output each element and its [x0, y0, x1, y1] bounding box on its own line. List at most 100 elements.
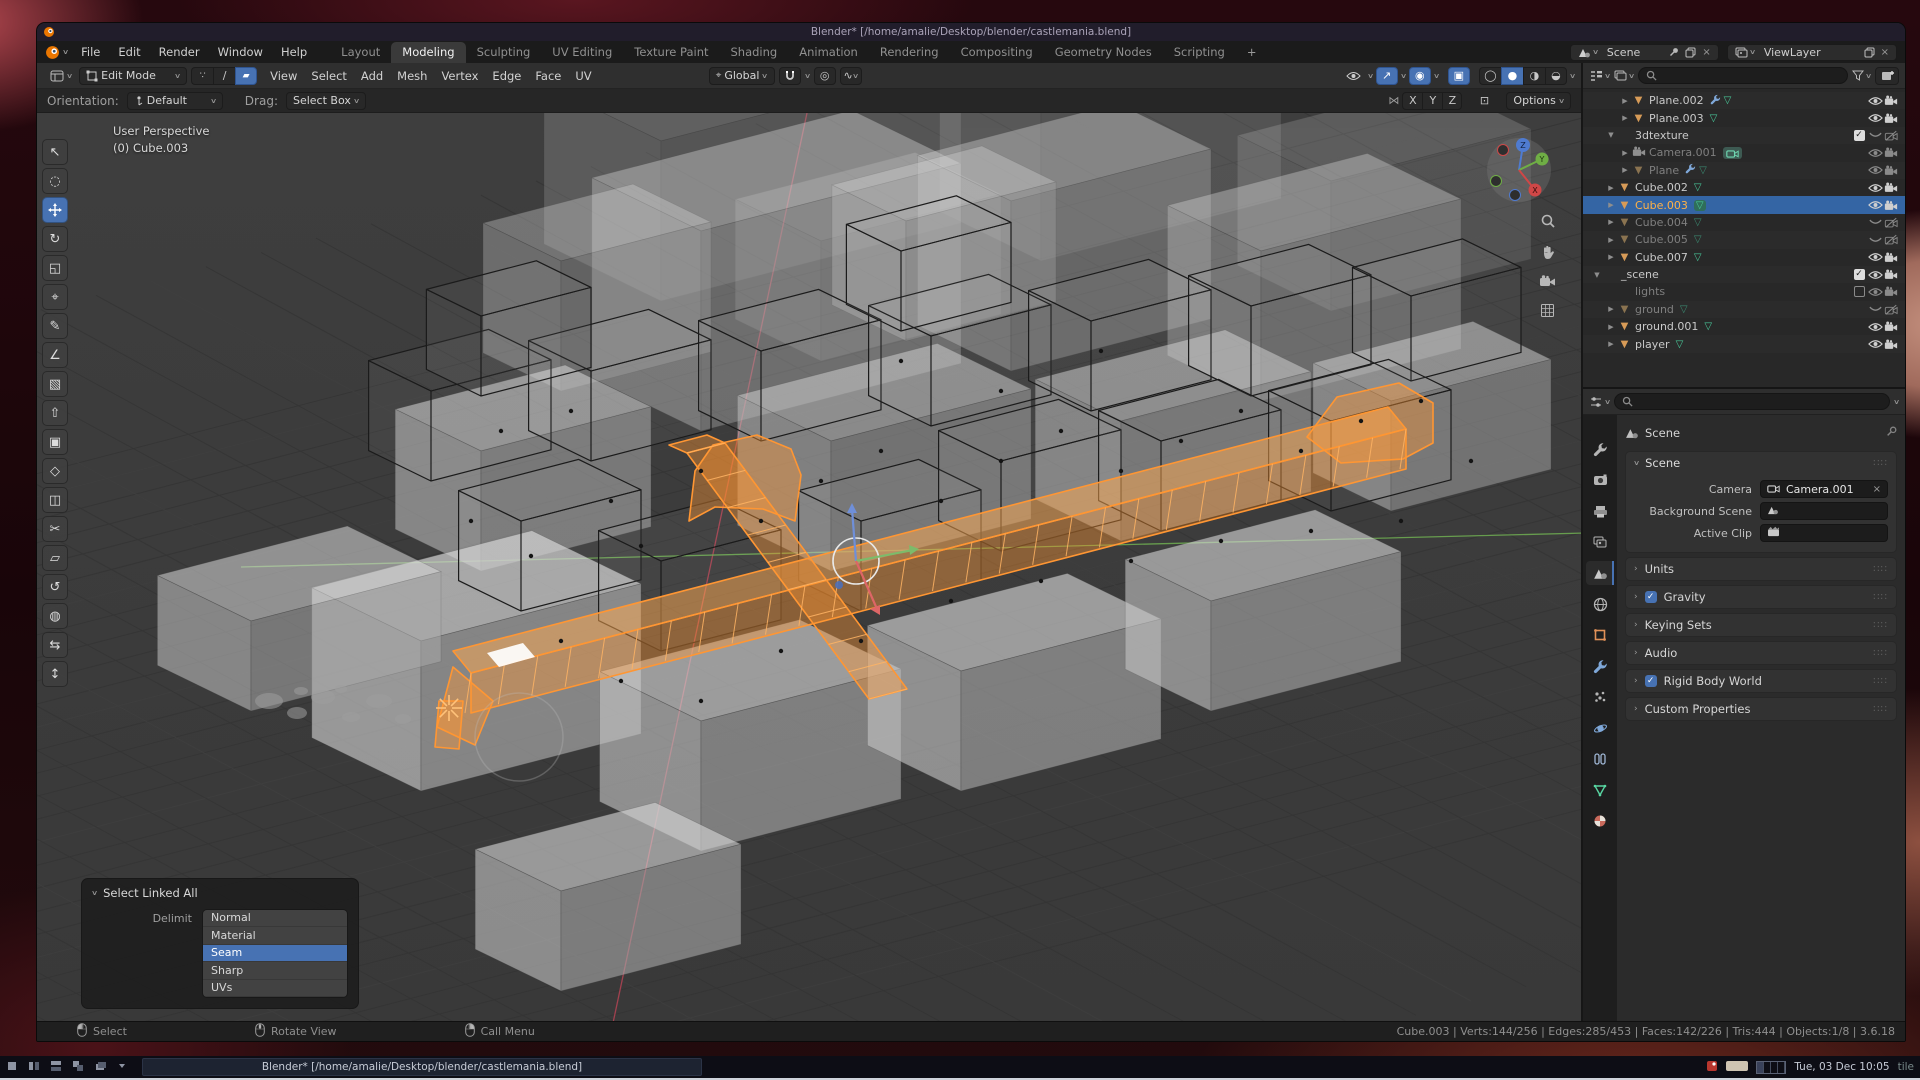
expand-icon[interactable]: ▶: [1619, 166, 1631, 174]
tray-icon-light[interactable]: [1726, 1060, 1748, 1075]
properties-options-caret[interactable]: ∨: [1893, 398, 1900, 406]
disable-in-renders-toggle[interactable]: [1883, 147, 1899, 158]
outliner-search[interactable]: [1638, 67, 1848, 84]
viewport-menu-mesh[interactable]: Mesh: [390, 69, 434, 83]
properties-tab-view-layer[interactable]: [1586, 530, 1614, 554]
outliner-row-player[interactable]: ▶▼player▽: [1583, 335, 1905, 352]
material-preview-button[interactable]: ◑: [1523, 67, 1545, 85]
viewport-menu-vertex[interactable]: Vertex: [434, 69, 485, 83]
remove-view-layer-icon[interactable]: ×: [1878, 47, 1892, 58]
collection-checkbox[interactable]: ✓: [1851, 130, 1867, 141]
panel-grip[interactable]: ∷∷: [1873, 564, 1888, 575]
disable-in-renders-toggle[interactable]: [1883, 286, 1899, 297]
outliner-row-lights[interactable]: lights: [1583, 283, 1905, 300]
editor-type-button[interactable]: ∨: [1589, 396, 1610, 408]
outliner-row-camera.001[interactable]: ▶Camera.001: [1583, 144, 1905, 161]
properties-search[interactable]: [1614, 393, 1890, 410]
outliner-row-cube.003[interactable]: ▶▼Cube.003▽: [1583, 196, 1905, 213]
expand-icon[interactable]: ▶: [1619, 149, 1631, 157]
expand-icon[interactable]: ▶: [1619, 114, 1631, 122]
edge-select-button[interactable]: ∕: [213, 67, 235, 85]
expand-icon[interactable]: ▼: [1591, 271, 1603, 279]
panel-custom-properties[interactable]: ›Custom Properties∷∷: [1625, 697, 1897, 721]
property-field-background-scene[interactable]: [1760, 502, 1888, 520]
menu-file[interactable]: File: [72, 45, 109, 59]
expand-icon[interactable]: ▶: [1605, 236, 1617, 244]
viewport-canvas[interactable]: User Perspective (0) Cube.003 ↖◌↻◱⌖✎∠▧⇧▣…: [37, 113, 1581, 1021]
menu-window[interactable]: Window: [209, 45, 272, 59]
panel-rigid-body-world[interactable]: ›✓Rigid Body World∷∷: [1625, 669, 1897, 693]
properties-tab-tool[interactable]: [1586, 437, 1614, 461]
blender-menu-icon[interactable]: ∨: [45, 45, 68, 60]
pin-icon[interactable]: [1886, 426, 1897, 440]
properties-tab-scene[interactable]: [1586, 561, 1614, 585]
wm-icon-tile-vertical[interactable]: [50, 1060, 62, 1075]
hide-in-viewport-toggle[interactable]: [1867, 130, 1883, 140]
tool-rotate[interactable]: ↻: [42, 226, 68, 252]
workspace-tab-shading[interactable]: Shading: [720, 42, 789, 63]
snap-toggle-button[interactable]: [779, 67, 801, 85]
panel-units[interactable]: ›Units∷∷: [1625, 557, 1897, 581]
properties-tab-physics[interactable]: [1586, 716, 1614, 740]
display-mode-button[interactable]: ∨: [1614, 70, 1634, 81]
workspace-tab-texture-paint[interactable]: Texture Paint: [623, 42, 719, 63]
outliner-row-plane.003[interactable]: ▶▼Plane.003▽: [1583, 109, 1905, 126]
disable-in-renders-toggle[interactable]: [1883, 321, 1899, 332]
editor-type-button[interactable]: ∨: [43, 67, 79, 85]
tool-cursor[interactable]: ◌: [42, 168, 68, 194]
window-titlebar[interactable]: Blender* [/home/amalie/Desktop/blender/c…: [37, 23, 1905, 41]
scene-panel-header[interactable]: ∨ Scene ∷∷: [1626, 452, 1896, 474]
outliner-row-cube.004[interactable]: ▶▼Cube.004▽: [1583, 214, 1905, 231]
disable-in-renders-toggle[interactable]: [1883, 304, 1899, 315]
orientation-dropdown[interactable]: Default ∨: [127, 92, 223, 110]
disable-in-renders-toggle[interactable]: [1883, 252, 1899, 263]
options-dropdown[interactable]: Options ∨: [1506, 92, 1571, 110]
tool-extrude-region[interactable]: ⇧: [42, 400, 68, 426]
panel-grip[interactable]: ∷∷: [1873, 620, 1888, 631]
overlay-settings-caret[interactable]: ∨: [1433, 72, 1440, 80]
panel-grip[interactable]: ∷∷: [1873, 676, 1888, 687]
tray-icon-red[interactable]: [1706, 1060, 1718, 1075]
properties-tab-render[interactable]: [1586, 468, 1614, 492]
falloff-dropdown[interactable]: ∿∨: [840, 67, 862, 85]
mirror-x-button[interactable]: X: [1402, 92, 1422, 110]
hide-in-viewport-toggle[interactable]: [1867, 322, 1883, 332]
property-field-active-clip[interactable]: [1760, 524, 1888, 542]
viewport-menu-uv[interactable]: UV: [568, 69, 598, 83]
new-view-layer-icon[interactable]: [1861, 47, 1878, 58]
chevron-down-icon[interactable]: ∨: [1366, 72, 1373, 80]
properties-tab-world[interactable]: [1586, 592, 1614, 616]
panel-grip[interactable]: ∷∷: [1873, 704, 1888, 715]
tool-measure[interactable]: ∠: [42, 342, 68, 368]
taskbar-task-button[interactable]: Blender* [/home/amalie/Desktop/blender/c…: [142, 1058, 702, 1076]
disable-in-renders-toggle[interactable]: [1883, 130, 1899, 141]
hide-in-viewport-toggle[interactable]: [1867, 217, 1883, 227]
properties-tab-constraints[interactable]: [1586, 747, 1614, 771]
delimit-option-sharp[interactable]: Sharp: [203, 962, 347, 980]
tool-tweak[interactable]: ↖: [42, 139, 68, 165]
workspace-tab-geometry-nodes[interactable]: Geometry Nodes: [1044, 42, 1163, 63]
rendered-shading-button[interactable]: ◒: [1545, 67, 1567, 85]
outliner-row-ground[interactable]: ▶▼ground▽: [1583, 301, 1905, 318]
panel-checkbox[interactable]: ✓: [1645, 675, 1657, 687]
disable-in-renders-toggle[interactable]: [1883, 234, 1899, 245]
panel-keying-sets[interactable]: ›Keying Sets∷∷: [1625, 613, 1897, 637]
hide-in-viewport-toggle[interactable]: [1867, 183, 1883, 193]
expand-icon[interactable]: ▶: [1605, 201, 1617, 209]
collapse-caret-icon[interactable]: ∨: [91, 889, 98, 897]
disable-in-renders-toggle[interactable]: [1883, 95, 1899, 106]
disable-in-renders-toggle[interactable]: [1883, 113, 1899, 124]
scene-selector[interactable]: ∨ Scene ×: [1570, 44, 1719, 61]
workspace-tab-rendering[interactable]: Rendering: [869, 42, 950, 63]
pin-icon[interactable]: [1666, 47, 1682, 57]
outliner-row-plane[interactable]: ▶▼Plane▽: [1583, 162, 1905, 179]
filter-button[interactable]: ∨: [1852, 70, 1871, 81]
delimit-option-normal[interactable]: Normal: [203, 910, 347, 928]
mirror-z-button[interactable]: Z: [1442, 92, 1462, 110]
property-field-camera[interactable]: Camera.001×: [1760, 480, 1888, 498]
wm-icon-windows[interactable]: [72, 1060, 84, 1075]
panel-grip[interactable]: ∷∷: [1873, 592, 1888, 603]
hide-in-viewport-toggle[interactable]: [1867, 252, 1883, 262]
expand-icon[interactable]: ▶: [1605, 184, 1617, 192]
hide-in-viewport-toggle[interactable]: [1867, 304, 1883, 314]
